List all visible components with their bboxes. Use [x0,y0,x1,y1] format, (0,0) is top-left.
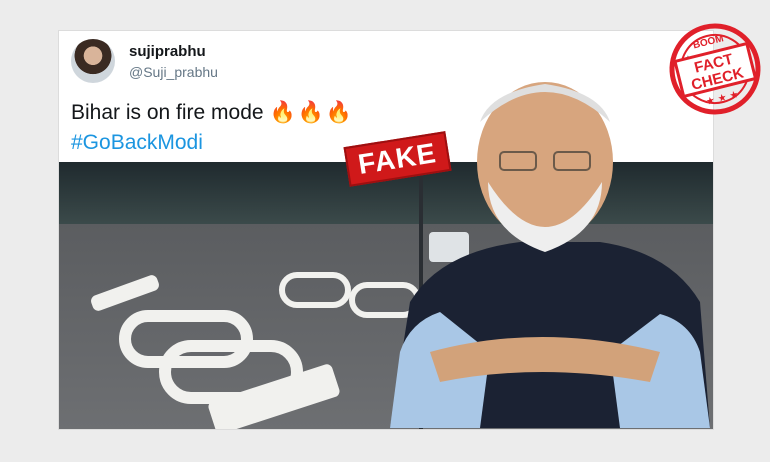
fire-emoji: 🔥🔥🔥 [269,101,355,124]
tweet-body: Bihar is on fire mode [71,101,264,124]
avatar[interactable] [71,39,115,83]
stamp-brand: BOOM [692,33,725,51]
person-cutout [390,82,710,428]
hashtag-link[interactable]: #GoBackModi [71,131,203,155]
tweet-text: Bihar is on fire mode 🔥🔥🔥 [71,101,354,125]
photo-left [59,162,421,429]
display-name[interactable]: sujiprabhu [129,43,206,60]
user-handle[interactable]: @Suji_prabhu [129,64,218,80]
